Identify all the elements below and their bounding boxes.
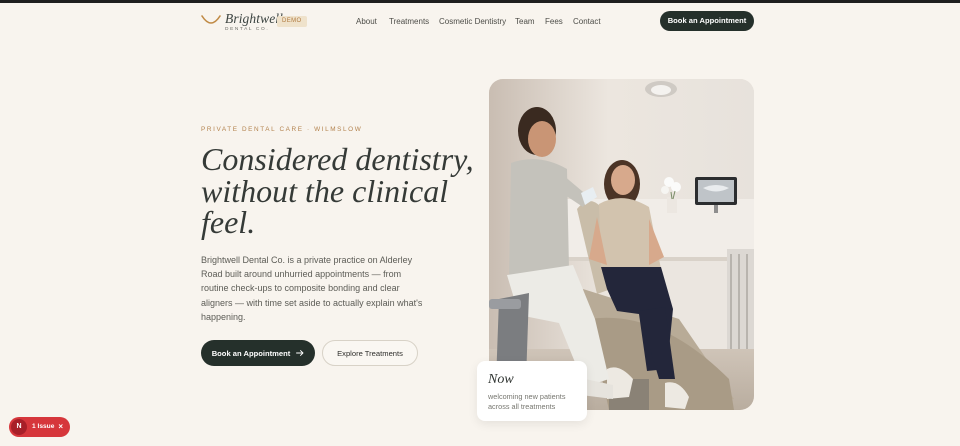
now-card-title: Now — [488, 372, 514, 387]
close-icon[interactable]: × — [58, 417, 63, 437]
now-card-text: welcoming new patients across all treatm… — [488, 392, 566, 411]
issue-count-label: 1 Issue — [32, 423, 55, 430]
nav-about[interactable]: About — [356, 17, 377, 26]
hero-title-line: feel. — [201, 204, 256, 240]
nav-contact[interactable]: Contact — [573, 17, 601, 26]
book-appointment-label: Book an Appointment — [211, 348, 291, 358]
smile-icon — [201, 15, 221, 24]
logo-name: Brightwell — [225, 11, 283, 26]
hero-title-line: without the clinical — [201, 172, 449, 209]
nav-team[interactable]: Team — [515, 17, 535, 26]
hero-description: Brightwell Dental Co. is a private pract… — [201, 255, 423, 322]
arrow-right-icon — [296, 350, 304, 356]
issue-badge[interactable]: N 1 Issue × — [9, 417, 70, 437]
book-appointment-header-button[interactable]: Book an Appointment — [660, 11, 754, 31]
logo-subtitle: DENTAL CO. — [225, 27, 270, 32]
nav-treatments[interactable]: Treatments — [389, 17, 429, 26]
hero-title-line: Considered dentistry, — [201, 141, 474, 177]
book-appointment-button[interactable]: Book an Appointment — [201, 340, 315, 366]
now-card: Now welcoming new patients across all tr… — [477, 361, 587, 421]
site-header: Brightwell DENTAL CO. DEMO About Treatme… — [0, 3, 960, 41]
explore-treatments-label: Explore Treatments — [337, 348, 403, 358]
hero-eyebrow: PRIVATE DENTAL CARE · WILMSLOW — [201, 126, 363, 133]
nav-cosmetic-dentistry[interactable]: Cosmetic Dentistry — [439, 17, 506, 26]
n-icon: N — [11, 419, 27, 435]
explore-treatments-button[interactable]: Explore Treatments — [322, 340, 418, 366]
demo-badge: DEMO — [277, 16, 307, 27]
hero-title: Considered dentistry, without the clinic… — [201, 141, 474, 240]
nav-fees[interactable]: Fees — [545, 17, 563, 26]
